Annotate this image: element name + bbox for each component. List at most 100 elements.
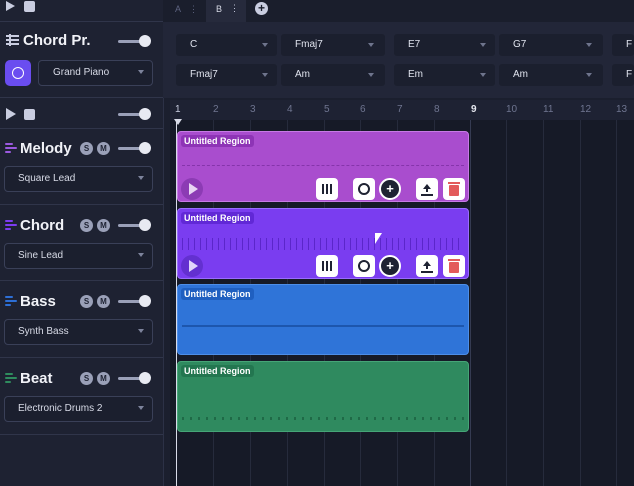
chord-slot-5[interactable]: F <box>612 34 634 56</box>
piano-roll-button[interactable] <box>316 178 338 200</box>
track-name-beat: Beat <box>20 370 53 387</box>
ruler-tick: 10 <box>506 104 518 115</box>
mute-button-bass[interactable]: M <box>97 295 110 308</box>
solo-button-bass[interactable]: S <box>80 295 93 308</box>
tab-a-label: A <box>175 4 181 14</box>
tab-b[interactable]: B ⋮ <box>206 0 246 22</box>
ruler-tick: 4 <box>287 104 293 115</box>
bass-notes <box>182 325 464 327</box>
region-label: Untitled Region <box>181 365 254 377</box>
solo-button-melody[interactable]: S <box>80 142 93 155</box>
delete-button[interactable] <box>443 178 465 200</box>
tab-a-menu-icon[interactable]: ⋮ <box>189 4 198 14</box>
add-button[interactable]: + <box>379 255 401 277</box>
mute-button-melody[interactable]: M <box>97 142 110 155</box>
bass-instrument-select[interactable]: Synth Bass <box>4 319 153 345</box>
region-play-button[interactable] <box>181 178 203 200</box>
bass-volume-knob[interactable] <box>139 295 151 307</box>
add-button[interactable]: + <box>379 178 401 200</box>
chord-slot-6[interactable]: Fmaj7 <box>176 64 277 86</box>
beat-notes <box>182 417 464 420</box>
grid-line <box>616 120 617 486</box>
chord-volume-knob[interactable] <box>139 35 151 47</box>
piano-roll-button[interactable] <box>316 255 338 277</box>
ruler-tick: 12 <box>580 104 592 115</box>
ruler-tick: 5 <box>324 104 330 115</box>
region-melody[interactable]: Untitled Region + <box>177 131 469 202</box>
mute-button-beat[interactable]: M <box>97 372 110 385</box>
beat-instrument-select[interactable]: Electronic Drums 2 <box>4 396 153 422</box>
track-play-icon[interactable] <box>6 108 16 120</box>
chevron-down-icon <box>138 329 144 333</box>
add-tab-icon[interactable]: + <box>255 2 268 15</box>
ai-generate-button[interactable] <box>5 60 31 86</box>
grid-line <box>580 120 581 486</box>
playhead-marker[interactable] <box>174 119 182 125</box>
divider <box>0 357 163 358</box>
chord-track-volume-knob[interactable] <box>139 219 151 231</box>
chevron-down-icon <box>262 73 268 77</box>
chevron-down-icon <box>368 43 374 47</box>
master-volume-knob[interactable] <box>139 108 151 120</box>
divider <box>0 21 163 22</box>
chord-label: Am <box>295 69 310 80</box>
delete-button[interactable] <box>443 255 465 277</box>
tab-b-menu-icon[interactable]: ⋮ <box>230 3 239 14</box>
tab-b-label: B <box>216 4 223 14</box>
ruler-tick: 3 <box>250 104 256 115</box>
plus-icon: + <box>386 258 394 273</box>
mute-button-chord[interactable]: M <box>97 219 110 232</box>
export-button[interactable] <box>416 255 438 277</box>
track-stop-icon[interactable] <box>24 109 35 120</box>
trash-icon <box>449 262 459 273</box>
play-icon <box>189 183 198 195</box>
melody-volume-knob[interactable] <box>139 142 151 154</box>
chord-slot-2[interactable]: Fmaj7 <box>281 34 385 56</box>
divider <box>0 97 163 98</box>
ruler-tick: 11 <box>543 104 554 115</box>
region-play-button[interactable] <box>181 255 203 277</box>
chord-slot-4[interactable]: G7 <box>499 34 603 56</box>
divider <box>0 434 163 435</box>
ruler-tick: 2 <box>213 104 219 115</box>
chord-label: Fmaj7 <box>190 69 218 80</box>
trash-icon <box>449 185 459 196</box>
ai-variation-button[interactable] <box>353 178 375 200</box>
chevron-down-icon <box>138 70 144 74</box>
chord-track-instrument-select[interactable]: Sine Lead <box>4 243 153 269</box>
mixer-icon <box>6 34 19 46</box>
ai-variation-button[interactable] <box>353 255 375 277</box>
grid-line <box>470 120 471 486</box>
region-bass[interactable]: Untitled Region <box>177 284 469 355</box>
ruler-tick: 9 <box>471 104 477 115</box>
chevron-down-icon <box>586 43 592 47</box>
export-button[interactable] <box>416 178 438 200</box>
beat-volume-knob[interactable] <box>139 372 151 384</box>
melody-instrument-select[interactable]: Square Lead <box>4 166 153 192</box>
chord-label: F <box>626 69 633 80</box>
chord-label: E7 <box>408 39 421 50</box>
chevron-down-icon <box>138 253 144 257</box>
stop-icon[interactable] <box>24 1 35 12</box>
sparkle-icon <box>358 260 370 272</box>
solo-button-chord[interactable]: S <box>80 219 93 232</box>
chord-slot-9[interactable]: Am <box>499 64 603 86</box>
tab-a[interactable]: A ⋮ <box>175 4 198 15</box>
chord-instrument-select[interactable]: Grand Piano <box>38 60 153 86</box>
chord-label: C <box>190 39 198 50</box>
plus-icon: + <box>386 181 394 196</box>
melody-instrument-label: Square Lead <box>18 173 76 184</box>
chevron-down-icon <box>368 73 374 77</box>
play-icon[interactable] <box>6 1 15 11</box>
region-chord[interactable]: Untitled Region + <box>177 208 469 279</box>
chord-slot-8[interactable]: Em <box>394 64 495 86</box>
track-name-bass: Bass <box>20 293 56 310</box>
solo-button-beat[interactable]: S <box>80 372 93 385</box>
region-beat[interactable]: Untitled Region <box>177 361 469 432</box>
chord-slot-1[interactable]: C <box>176 34 277 56</box>
cursor-icon <box>375 233 382 244</box>
chord-slot-3[interactable]: E7 <box>394 34 495 56</box>
chord-slot-7[interactable]: Am <box>281 64 385 86</box>
beat-instrument-label: Electronic Drums 2 <box>18 403 103 414</box>
chord-slot-10[interactable]: F <box>612 64 634 86</box>
